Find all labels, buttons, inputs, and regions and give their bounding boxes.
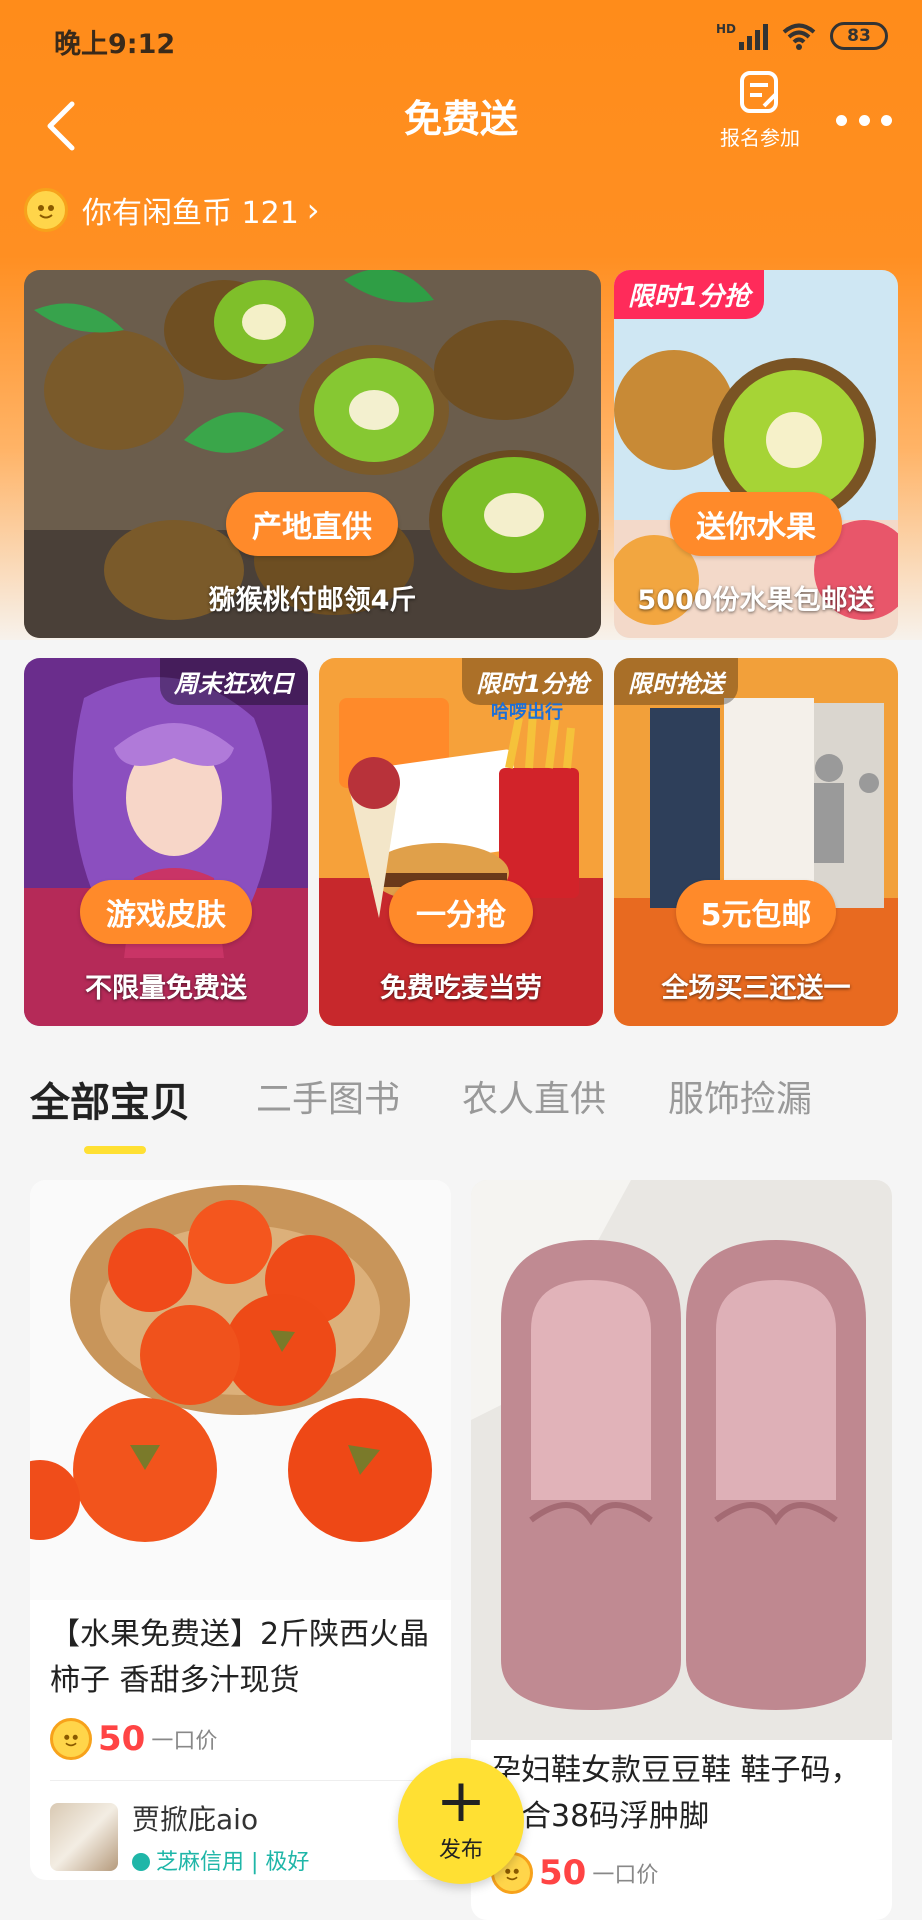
battery-level: 83 [847,26,871,46]
nav-bar: 免费送 报名参加 [0,70,922,180]
seller-name: 贾掀庇aio [132,1803,259,1836]
shoes-image [471,1180,892,1740]
banner-mcdonalds[interactable]: 限时1分抢 哈啰出行 一分抢 免费吃麦当劳 [319,658,603,1026]
banner-books[interactable]: 限时抢送 5元包邮 全场买三还送一 [614,658,898,1026]
publish-button[interactable]: + 发布 [398,1758,524,1884]
banner-kiwi[interactable]: 产地直供 猕猴桃付邮领4斤 [24,270,601,638]
product-price: 50 [98,1719,146,1759]
chevron-right-icon: › [306,191,320,229]
banner-game[interactable]: 周末狂欢日 游戏皮肤 不限量免费送 [24,658,308,1026]
product-card-persimmon[interactable]: 【水果免费送】2斤陕西火晶柿子 香甜多汁现货 50 一口价 贾掀庇aio 芝麻信… [30,1180,451,1880]
status-icons: HD 83 [716,22,888,50]
active-tab-indicator [84,1146,146,1154]
persimmon-image [30,1180,451,1600]
banner-game-tag: 周末狂欢日 [160,658,308,705]
seller-credit: 芝麻信用 | 极好 [132,1844,309,1876]
status-bar: 晚上9:12 HD 83 [0,0,922,80]
banner-fruit-tag: 限时1分抢 [614,270,765,319]
banner-kiwi-pill: 产地直供 [226,492,398,556]
banner-game-caption: 不限量免费送 [85,973,247,1004]
wifi-icon [782,23,816,50]
banner-kiwi-caption: 猕猴桃付邮领4斤 [208,585,417,616]
coin-balance-link[interactable]: 你有闲鱼币 121 › [24,186,320,234]
price-unit: 一口价 [151,1729,218,1754]
sesame-credit-icon [132,1853,150,1871]
tab-books[interactable]: 二手图书 [256,1070,400,1122]
tab-all[interactable]: 全部宝贝 [30,1070,190,1128]
product-card-shoes[interactable]: 孕妇鞋女款豆豆鞋 鞋子码，适合38码浮肿脚 50 一口价 [471,1180,892,1920]
banner-fruit-caption: 5000份水果包邮送 [637,585,875,616]
banner-fruit-pill: 送你水果 [670,492,842,556]
signal-icon: HD [716,22,768,50]
battery-icon: 83 [830,22,888,50]
status-time: 晚上9:12 [54,29,176,60]
coin-mascot-icon [24,188,68,232]
avatar [50,1803,118,1871]
credit-label: 芝麻信用 | 极好 [156,1850,310,1875]
divider [50,1780,431,1781]
banner-mcdonalds-caption: 免费吃麦当劳 [380,973,542,1004]
more-options-icon[interactable] [836,100,892,140]
plus-icon: + [435,1766,487,1836]
banner-mcdonalds-pill: 一分抢 [389,880,533,944]
product-price: 50 [539,1853,587,1893]
banner-fruit[interactable]: 限时1分抢 送你水果 5000份水果包邮送 [614,270,898,638]
back-arrow-icon[interactable] [38,90,82,160]
coin-icon [50,1718,92,1760]
signup-label: 报名参加 [720,126,800,150]
category-tabs: 全部宝贝 二手图书 农人直供 服饰捡漏 [0,1060,922,1154]
banner-books-pill: 5元包邮 [676,880,836,944]
tab-clothing[interactable]: 服饰捡漏 [668,1070,812,1122]
banner-books-tag: 限时抢送 [614,658,738,705]
signup-form-icon [740,71,778,113]
banner-books-caption: 全场买三还送一 [661,973,851,1004]
banner-game-pill: 游戏皮肤 [80,880,252,944]
tab-farm[interactable]: 农人直供 [462,1070,606,1122]
product-title: 孕妇鞋女款豆豆鞋 鞋子码，适合38码浮肿脚 [491,1753,861,1834]
network-label: HD [715,22,736,36]
price-row: 50 一口价 [50,1718,217,1760]
seller-info[interactable]: 贾掀庇aio 芝麻信用 | 极好 [50,1798,309,1876]
product-title: 【水果免费送】2斤陕西火晶柿子 香甜多汁现货 [50,1617,430,1698]
signup-button[interactable]: 报名参加 [710,70,810,170]
price-unit: 一口价 [592,1863,659,1888]
coin-balance-text: 你有闲鱼币 121 [82,196,299,231]
publish-label: 发布 [438,1838,483,1863]
hellobike-label: 哈啰出行 [491,702,563,723]
